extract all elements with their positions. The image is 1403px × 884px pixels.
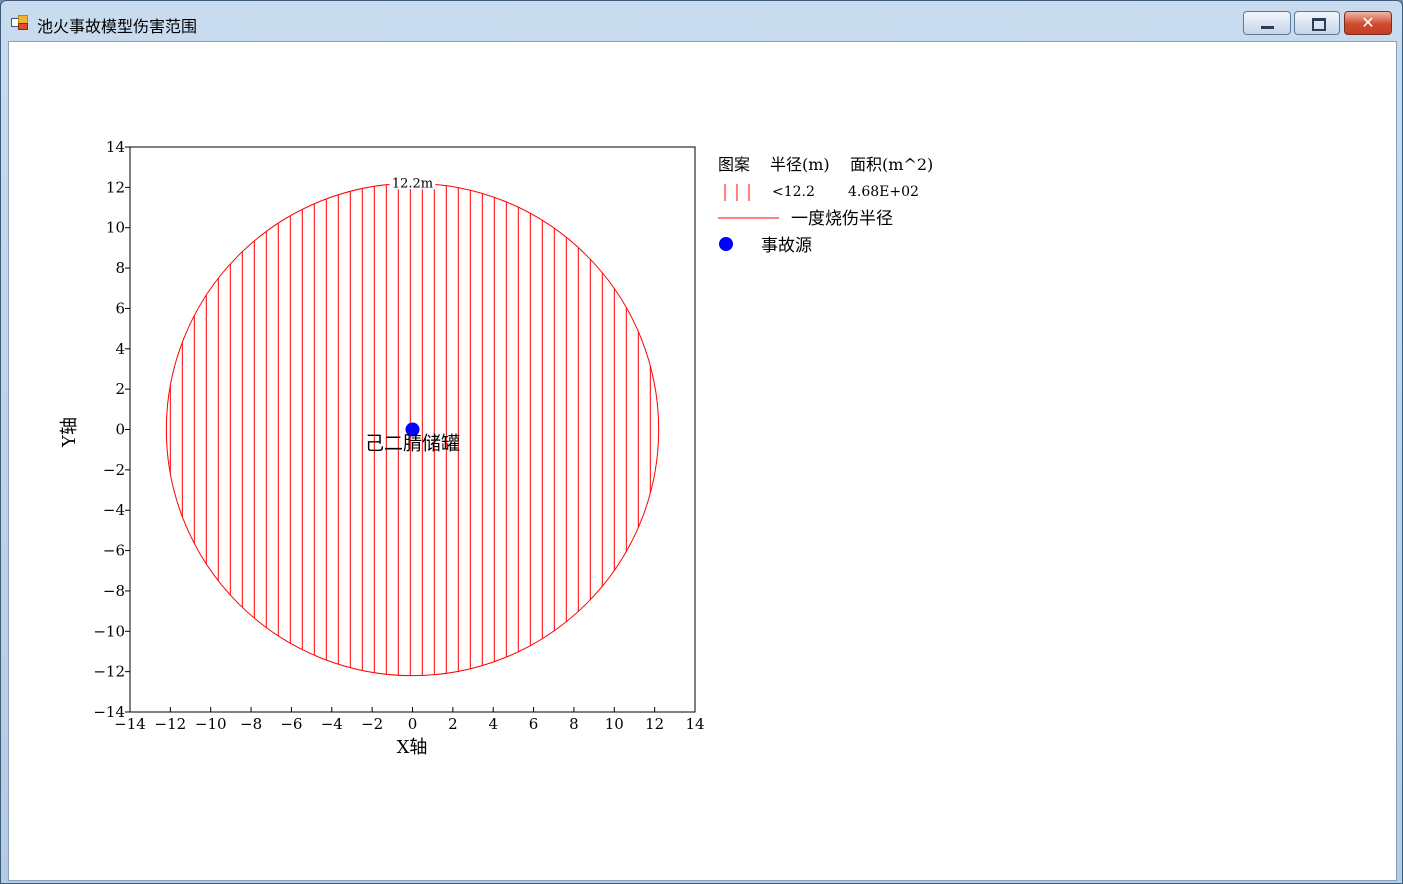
x-tick-label: −8 (240, 715, 262, 733)
legend-source-dot (719, 237, 733, 251)
y-tick-label: 4 (115, 340, 125, 358)
legend-header-area: 面积(m^2) (850, 155, 933, 174)
y-tick-label: 6 (115, 299, 125, 317)
x-tick-label: −6 (280, 715, 302, 733)
legend-source-label: 事故源 (761, 236, 812, 256)
x-tick-label: 0 (408, 715, 418, 733)
y-axis-label: Y轴 (59, 417, 80, 448)
window-title: 池火事故模型伤害范围 (37, 17, 198, 36)
minimize-button[interactable] (1243, 11, 1291, 35)
y-tick-label: −4 (103, 501, 125, 519)
x-tick-label: 12 (645, 715, 664, 733)
maximize-icon (1312, 18, 1326, 31)
x-tick-label: 14 (685, 715, 704, 733)
x-tick-label: 10 (605, 715, 624, 733)
y-tick-label: 10 (106, 219, 125, 237)
x-axis-label: X轴 (397, 737, 428, 758)
x-tick-label: 4 (488, 715, 498, 733)
legend-header-pattern: 图案 (718, 155, 750, 174)
app-window: 池火事故模型伤害范围 ✕ 12.2m 己二腈储罐 −14 −12 −10 −8 −6 −4… (0, 0, 1403, 884)
y-tick-label: 0 (115, 421, 125, 439)
minimize-icon (1261, 26, 1274, 29)
source-label: 己二腈储罐 (365, 433, 460, 455)
app-icon (11, 15, 28, 30)
legend-zone-radius: <12.2 (772, 184, 815, 200)
y-tick-label: −6 (103, 542, 125, 560)
y-tick-label: −12 (93, 663, 125, 681)
y-tick-label: 14 (106, 138, 125, 156)
radius-label: 12.2m (392, 176, 433, 191)
y-tick-label: −8 (103, 582, 125, 600)
legend-zone-area: 4.68E+02 (848, 184, 919, 200)
close-icon: ✕ (1361, 13, 1375, 32)
y-tick-label: 12 (106, 178, 125, 196)
y-axis: −14 −12 −10 −8 −6 −4 −2 0 2 4 6 8 10 12 14 (93, 138, 130, 721)
x-tick-label: 6 (529, 715, 539, 733)
y-tick-label: −2 (103, 461, 125, 479)
legend-hatch-symbol (724, 184, 750, 201)
x-axis: −14 −12 −10 −8 −6 −4 −2 0 2 4 6 8 10 12 14 (114, 707, 705, 733)
chart-area: 12.2m 己二腈储罐 −14 −12 −10 −8 −6 −4 −2 0 2 4 6 8 10 12 14… (8, 41, 1397, 881)
legend: 图案 半径(m) 面积(m^2) <12.2 4.68E+02 一度烧伤半径 事… (718, 155, 933, 256)
x-tick-label: −2 (361, 715, 383, 733)
maximize-button[interactable] (1294, 11, 1340, 35)
legend-header-radius: 半径(m) (770, 155, 830, 174)
x-tick-label: 8 (569, 715, 579, 733)
y-tick-label: 8 (115, 259, 125, 277)
title-bar[interactable]: 池火事故模型伤害范围 ✕ (1, 1, 1402, 41)
x-tick-label: −12 (155, 715, 187, 733)
legend-burn-radius-label: 一度烧伤半径 (791, 209, 893, 229)
x-tick-label: −4 (321, 715, 343, 733)
y-tick-label: 2 (115, 380, 125, 398)
x-tick-label: −10 (195, 715, 227, 733)
pool-fire-chart: 12.2m 己二腈储罐 −14 −12 −10 −8 −6 −4 −2 0 2 4 6 8 10 12 14… (59, 138, 933, 758)
y-tick-label: −14 (93, 703, 125, 721)
y-tick-label: −10 (93, 622, 125, 640)
x-tick-label: 2 (448, 715, 458, 733)
close-button[interactable]: ✕ (1344, 11, 1392, 35)
